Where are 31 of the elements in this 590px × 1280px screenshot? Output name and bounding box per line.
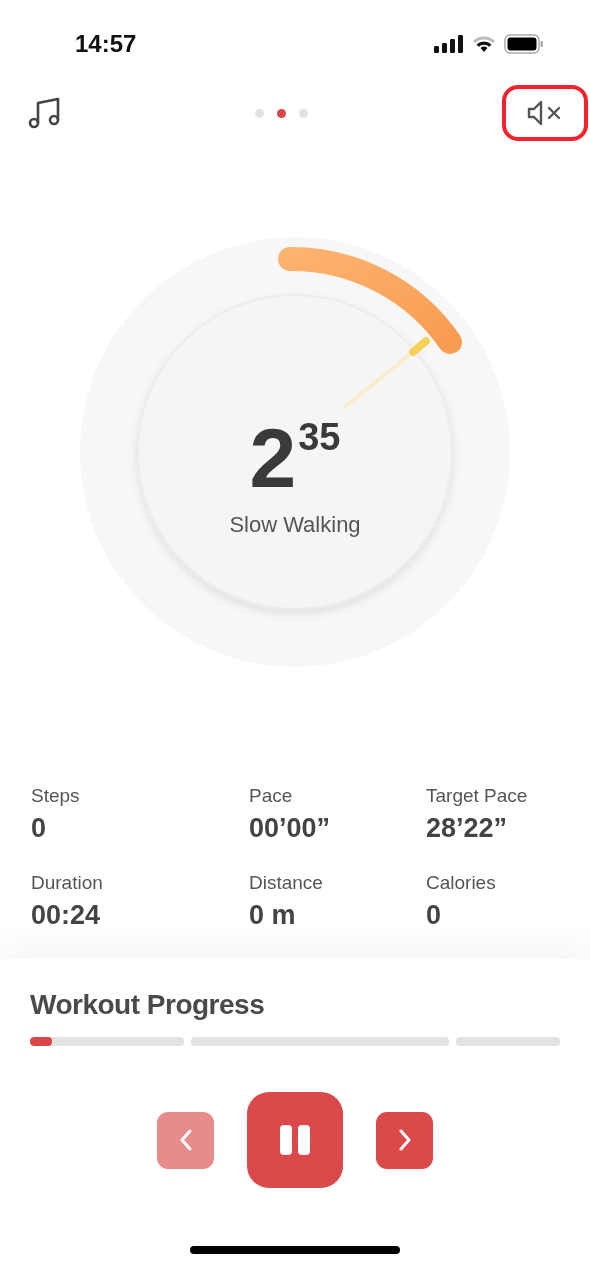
stat-value: 0 m	[249, 900, 297, 931]
page-dot[interactable]	[276, 108, 286, 118]
stat-value: 00:24	[31, 900, 102, 931]
stat-label: Distance	[249, 872, 324, 894]
stat-label: Steps	[31, 785, 81, 807]
stat-value: 00’00”	[249, 813, 332, 844]
wifi-icon	[472, 35, 496, 53]
music-note-icon[interactable]	[28, 97, 60, 129]
battery-icon	[504, 34, 544, 54]
stat-value: 0	[426, 900, 443, 931]
chevron-left-icon	[178, 1129, 193, 1151]
speed-value: 2	[249, 416, 295, 500]
pause-icon	[280, 1125, 310, 1155]
mute-button[interactable]	[502, 85, 588, 141]
stat-label: Calories	[426, 872, 497, 894]
pause-button[interactable]	[247, 1092, 343, 1188]
speaker-muted-icon	[527, 100, 563, 126]
section-title: Workout Progress	[30, 989, 266, 1021]
stat-value: 28’22”	[426, 813, 509, 844]
page-dot[interactable]	[254, 108, 264, 118]
stat-value: 0	[31, 813, 48, 844]
stat-label: Target Pace	[426, 785, 529, 807]
stat-label: Pace	[249, 785, 294, 807]
speed-decimal: 35	[298, 418, 341, 456]
stat-label: Duration	[31, 872, 104, 894]
status-time: 14:57	[75, 30, 137, 58]
page-dot[interactable]	[298, 108, 308, 118]
speed-label: Slow Walking	[229, 512, 361, 538]
chevron-right-icon	[397, 1129, 412, 1151]
signal-icon	[434, 35, 464, 53]
next-button[interactable]	[376, 1111, 433, 1169]
